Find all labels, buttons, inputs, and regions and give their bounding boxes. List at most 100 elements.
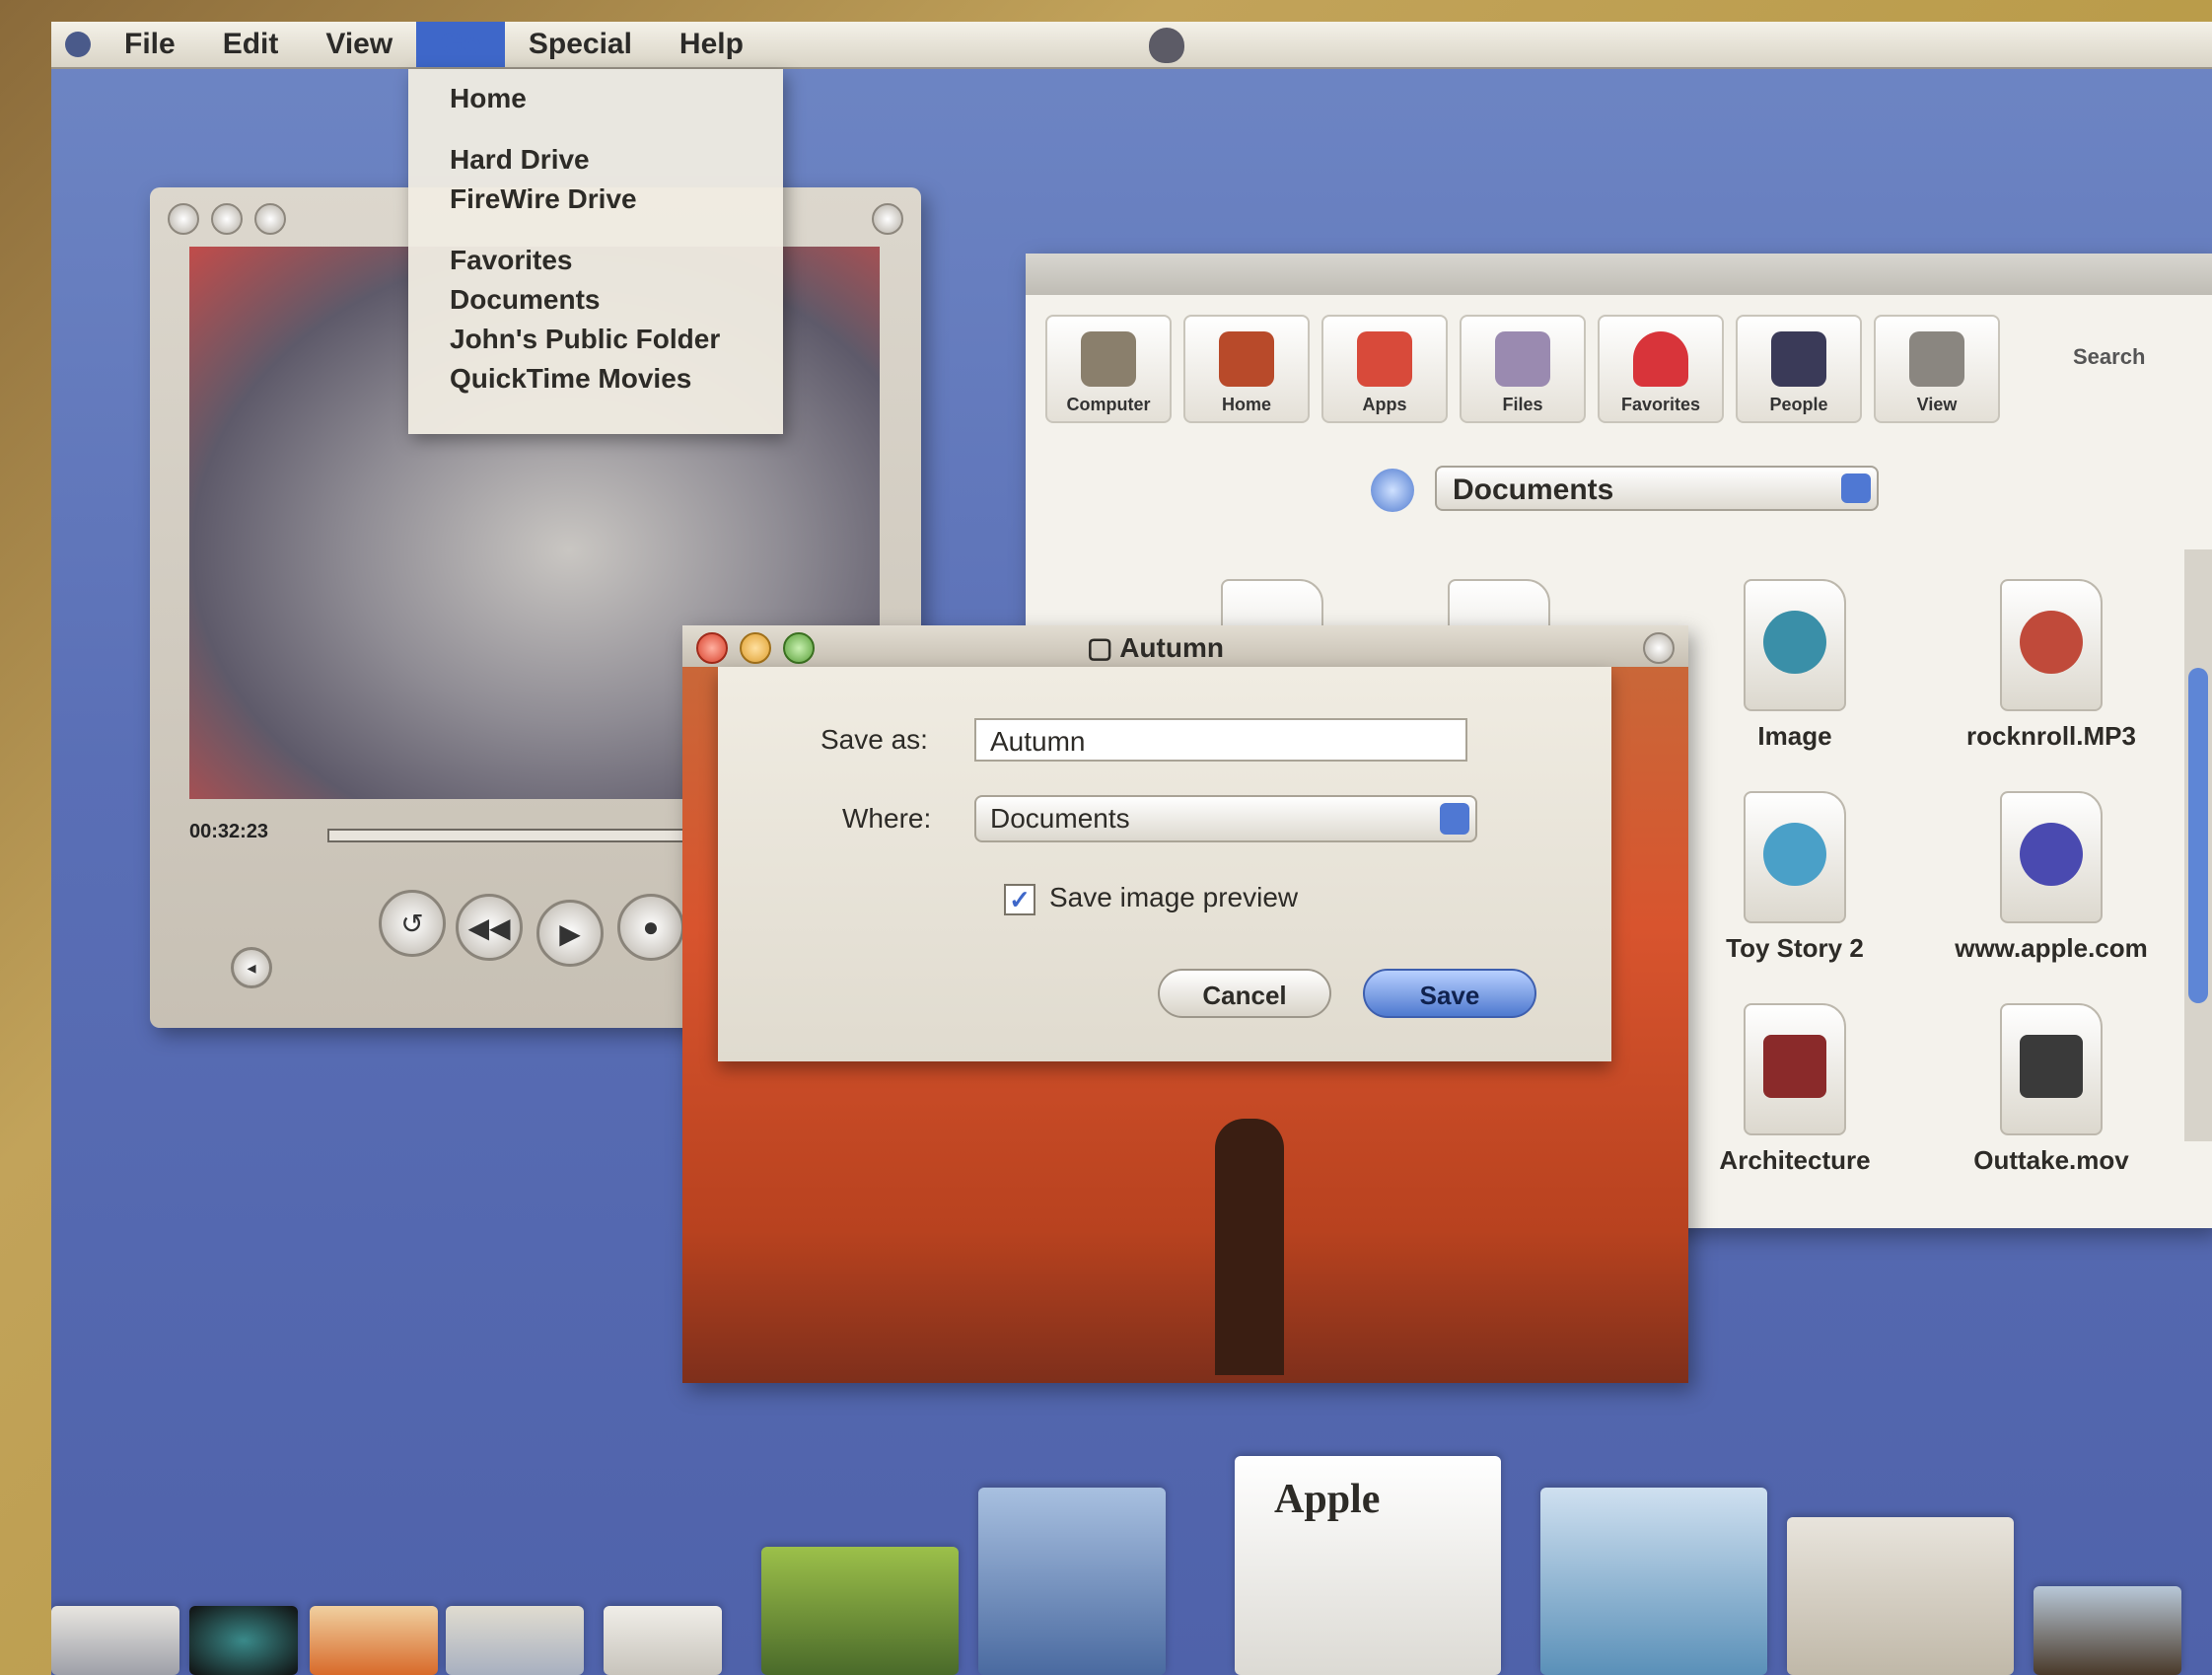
- menu-edit[interactable]: Edit: [199, 22, 303, 67]
- autumn-titlebar[interactable]: ▢ Autumn: [682, 625, 1688, 667]
- collapse-icon[interactable]: [1643, 632, 1675, 664]
- file-item[interactable]: Toy Story 2: [1677, 791, 1913, 964]
- toolbar-files-button[interactable]: Files: [1460, 315, 1586, 423]
- view-icon: [1909, 331, 1964, 387]
- save-button[interactable]: Save: [1363, 969, 1536, 1018]
- dock: Apple: [51, 1456, 2212, 1675]
- dock-item-app[interactable]: [604, 1606, 722, 1675]
- menu-bar: File Edit View Go Special Help: [51, 22, 2212, 69]
- rewind-icon[interactable]: ↺: [379, 890, 446, 957]
- finder-titlebar[interactable]: [1026, 254, 2212, 295]
- where-popup[interactable]: Documents: [974, 795, 1477, 842]
- close-icon[interactable]: [168, 203, 199, 235]
- files-icon: [1495, 331, 1550, 387]
- heart-icon: [1633, 331, 1688, 387]
- menu-item-home[interactable]: Home: [408, 79, 783, 118]
- menu-item-quicktime-movies[interactable]: QuickTime Movies: [408, 359, 783, 399]
- zoom-icon[interactable]: [783, 632, 815, 664]
- save-preview-label: Save image preview: [1049, 882, 1299, 912]
- autumn-window: ▢ Autumn Save as: Autumn Where: Document…: [682, 625, 1688, 1383]
- dock-item-photos[interactable]: [761, 1547, 959, 1675]
- desktop: File Edit View Go Special Help 00:32:23 …: [51, 22, 2212, 1675]
- file-item[interactable]: Architecture: [1677, 1003, 1913, 1176]
- toolbar-label: Favorites: [1620, 395, 1701, 414]
- apple-logo-icon[interactable]: [1149, 28, 1184, 63]
- popup-arrows-icon: [1440, 803, 1469, 835]
- dock-item-folder[interactable]: [1540, 1488, 1767, 1675]
- file-item[interactable]: rocknroll.MP3: [1933, 579, 2170, 752]
- collapse-icon[interactable]: [872, 203, 903, 235]
- image-file-icon: [1744, 1003, 1846, 1135]
- file-item[interactable]: Image: [1677, 579, 1913, 752]
- menu-file[interactable]: File: [101, 22, 199, 67]
- people-icon: [1771, 331, 1826, 387]
- menu-view[interactable]: View: [302, 22, 416, 67]
- audio-file-icon: [2000, 579, 2103, 711]
- save-as-field[interactable]: Autumn: [974, 718, 1467, 762]
- minimize-icon[interactable]: [740, 632, 771, 664]
- dock-item-image[interactable]: [2034, 1586, 2181, 1675]
- file-item[interactable]: www.apple.com: [1933, 791, 2170, 964]
- window-controls: [168, 203, 286, 235]
- apple-menu-icon[interactable]: [65, 32, 91, 57]
- menu-item-hard-drive[interactable]: Hard Drive: [408, 140, 783, 180]
- play-icon[interactable]: ▶: [536, 900, 604, 967]
- dock-item-browser[interactable]: [1787, 1517, 2014, 1675]
- location-label: Documents: [1453, 473, 1614, 506]
- menu-item-documents[interactable]: Documents: [408, 280, 783, 320]
- tree-trunk: [1215, 1119, 1284, 1375]
- file-item[interactable]: Outtake.mov: [1933, 1003, 2170, 1176]
- computer-icon: [1081, 331, 1136, 387]
- document-icon: ▢: [1087, 632, 1120, 663]
- toolbar-favorites-button[interactable]: Favorites: [1598, 315, 1724, 423]
- menu-item-public-folder[interactable]: John's Public Folder: [408, 320, 783, 359]
- toolbar-computer-button[interactable]: Computer: [1045, 315, 1172, 423]
- menu-item-favorites[interactable]: Favorites: [408, 241, 783, 280]
- toolbar-label: Home: [1221, 395, 1271, 414]
- internet-location-icon: [2000, 791, 2103, 923]
- save-sheet: Save as: Autumn Where: Documents ✓ Save …: [718, 667, 1611, 1061]
- menu-go[interactable]: Go: [416, 22, 505, 67]
- quicktime-file-icon: [1744, 791, 1846, 923]
- vertical-scrollbar[interactable]: [2184, 549, 2212, 1141]
- toolbar-view-button[interactable]: View: [1874, 315, 2000, 423]
- minimize-icon[interactable]: [211, 203, 243, 235]
- popup-arrows-icon: [1841, 473, 1871, 503]
- scroll-thumb[interactable]: [2188, 668, 2208, 1003]
- dock-item-quicktime[interactable]: [189, 1606, 298, 1675]
- window-title-text: Autumn: [1119, 632, 1224, 663]
- dock-item-finder[interactable]: [51, 1606, 179, 1675]
- image-file-icon: [1744, 579, 1846, 711]
- menu-help[interactable]: Help: [656, 22, 767, 67]
- search-field[interactable]: Search: [2073, 344, 2145, 370]
- home-icon: [1219, 331, 1274, 387]
- zoom-icon[interactable]: [254, 203, 286, 235]
- toolbar-apps-button[interactable]: Apps: [1321, 315, 1448, 423]
- dock-item-image[interactable]: [978, 1488, 1166, 1675]
- save-preview-checkbox[interactable]: ✓: [1004, 884, 1035, 915]
- menu-divider: [408, 118, 783, 140]
- save-as-label: Save as:: [821, 724, 928, 755]
- menu-item-firewire-drive[interactable]: FireWire Drive: [408, 180, 783, 219]
- dock-item-app[interactable]: [310, 1606, 438, 1675]
- where-label: Where:: [842, 803, 932, 834]
- close-icon[interactable]: [696, 632, 728, 664]
- toolbar-people-button[interactable]: People: [1736, 315, 1862, 423]
- dock-item-magazine[interactable]: Apple: [1235, 1456, 1501, 1675]
- movie-file-icon: [2000, 1003, 2103, 1135]
- cancel-button[interactable]: Cancel: [1158, 969, 1331, 1018]
- menu-special[interactable]: Special: [505, 22, 656, 67]
- file-name: www.apple.com: [1955, 933, 2148, 963]
- dock-item-app[interactable]: [446, 1606, 584, 1675]
- skip-back-icon[interactable]: ◀◀: [456, 894, 523, 961]
- volume-icon[interactable]: ◂: [231, 947, 272, 988]
- toolbar-home-button[interactable]: Home: [1183, 315, 1310, 423]
- apps-icon: [1357, 331, 1412, 387]
- record-icon[interactable]: ●: [617, 894, 684, 961]
- toolbar-label: Computer: [1066, 395, 1151, 414]
- toolbar-label: Apps: [1362, 395, 1407, 414]
- back-arrow-icon[interactable]: [1371, 469, 1414, 512]
- location-popup[interactable]: Documents: [1435, 466, 1879, 511]
- window-controls: [696, 632, 815, 664]
- timecode: 00:32:23: [189, 821, 269, 842]
